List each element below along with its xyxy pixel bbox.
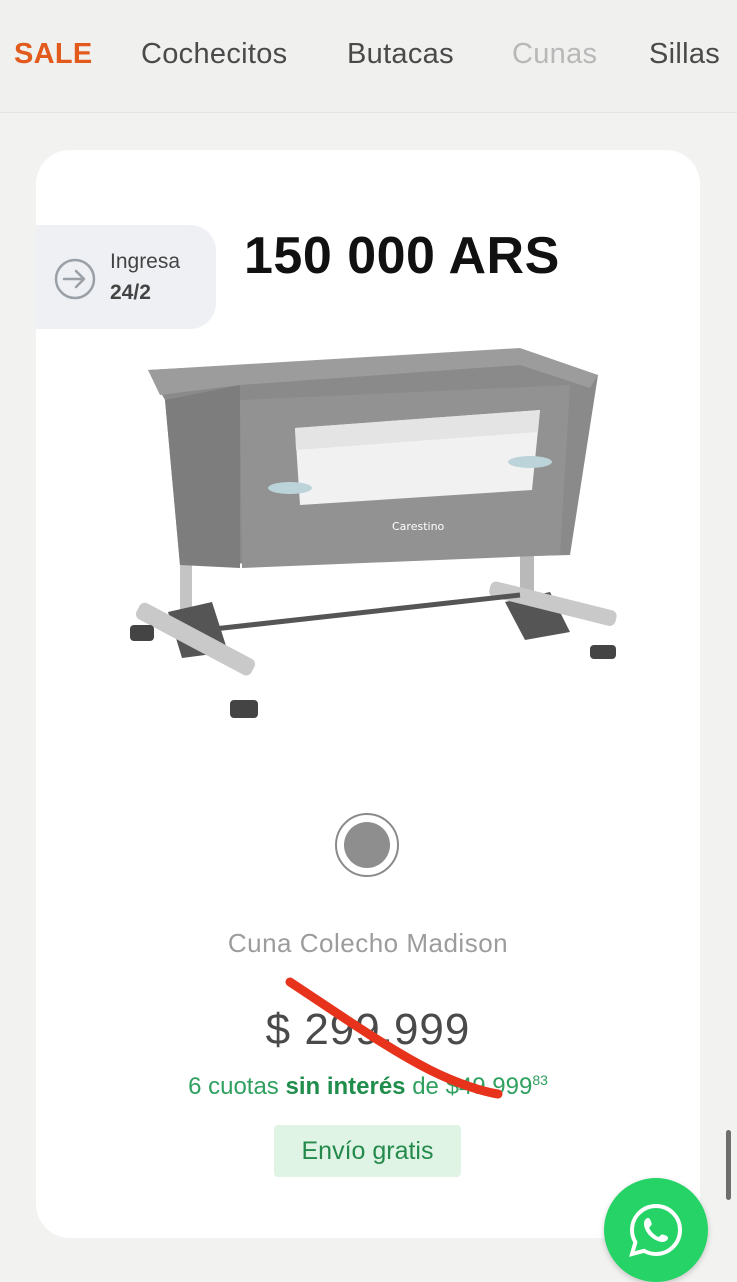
installments-prefix: 6 cuotas bbox=[188, 1073, 286, 1100]
product-brand-text: Carestino bbox=[392, 520, 445, 533]
scrollbar[interactable] bbox=[726, 1130, 731, 1200]
nav-item-sale[interactable]: SALE bbox=[14, 38, 93, 71]
arrow-circle-right-icon bbox=[54, 258, 96, 300]
product-price: $ 299.999 bbox=[265, 1005, 471, 1054]
whatsapp-icon bbox=[629, 1203, 683, 1257]
nav-item-cochecitos[interactable]: Cochecitos bbox=[141, 38, 287, 71]
nav-item-cunas[interactable]: Cunas bbox=[512, 38, 597, 71]
badge-label: Ingresa bbox=[110, 250, 181, 273]
free-shipping-badge: Envío gratis bbox=[274, 1125, 461, 1177]
nav-item-butacas[interactable]: Butacas bbox=[347, 38, 454, 71]
installments-cents: 83 bbox=[532, 1072, 548, 1088]
badge-date: 24/2 bbox=[110, 281, 151, 304]
installments-bold: sin interés bbox=[285, 1073, 406, 1100]
installments-amount: de $49.999 bbox=[405, 1073, 533, 1100]
category-nav: SALE Cochecitos Butacas Cunas Sillas bbox=[0, 0, 737, 113]
color-swatch-dot bbox=[344, 822, 390, 868]
overlay-price: 150 000 ARS bbox=[244, 227, 560, 285]
nav-item-sillas[interactable]: Sillas bbox=[649, 38, 720, 71]
installments-text: 6 cuotas sin interés de $49.99983 bbox=[36, 1072, 700, 1101]
product-name[interactable]: Cuna Colecho Madison bbox=[36, 928, 700, 959]
product-image[interactable]: Carestino bbox=[120, 340, 630, 730]
color-swatch[interactable] bbox=[335, 813, 399, 877]
whatsapp-button[interactable] bbox=[604, 1178, 708, 1282]
